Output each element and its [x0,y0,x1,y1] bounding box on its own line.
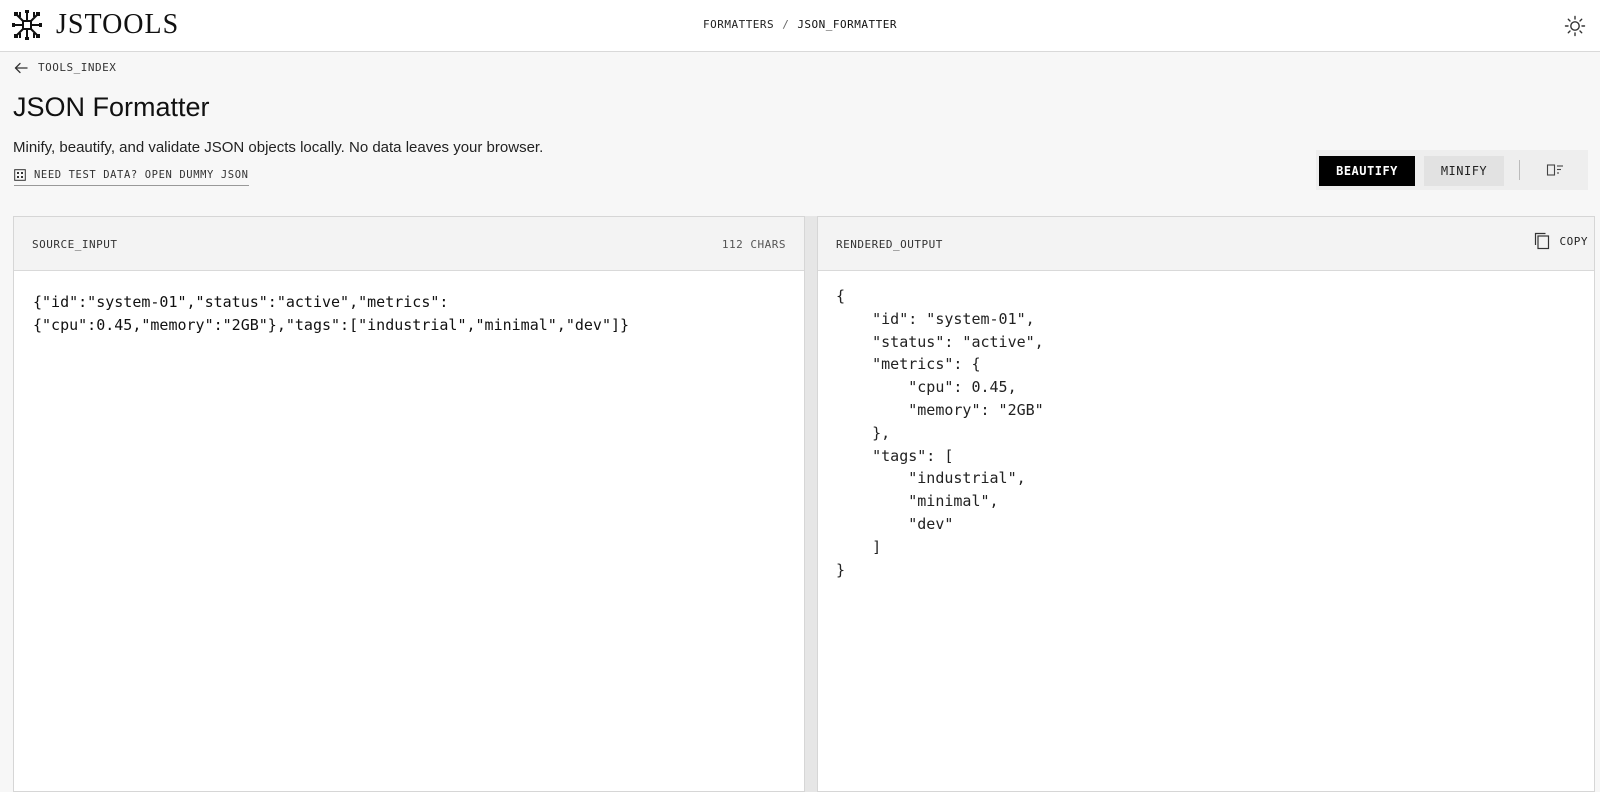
breadcrumb-current: JSON_FORMATTER [797,18,898,31]
page-title: JSON Formatter [13,92,210,122]
grid-icon [14,169,26,181]
copy-icon [1534,232,1549,250]
minify-button[interactable]: MINIFY [1424,156,1504,186]
dummy-json-label: NEED TEST DATA? OPEN DUMMY JSON [34,169,249,181]
breadcrumb: FORMATTERS / JSON_FORMATTER [0,18,1600,31]
output-panel-header: RENDERED_OUTPUT COPY [818,217,1594,271]
copy-label: COPY [1559,234,1588,248]
clear-button[interactable] [1545,160,1565,180]
dummy-json-link[interactable]: NEED TEST DATA? OPEN DUMMY JSON [14,169,249,186]
breadcrumb-separator: / [782,18,790,31]
theme-toggle-button[interactable] [1562,13,1588,39]
page-subtitle: Minify, beautify, and validate JSON obje… [13,139,544,156]
format-toolbar: BEAUTIFY MINIFY [1316,150,1588,190]
output-panel-title: RENDERED_OUTPUT [836,238,943,251]
rendered-output: { "id": "system-01", "status": "active",… [836,287,1044,579]
panel-splitter[interactable] [805,216,817,792]
char-count: 112 CHARS [721,238,786,251]
clear-trash-icon [1546,164,1563,176]
back-to-tools-link[interactable]: TOOLS_INDEX [14,61,116,74]
top-bar: JSTOOLS FORMATTERS / JSON_FORMATTER [0,0,1600,52]
beautify-button[interactable]: BEAUTIFY [1319,156,1415,186]
sun-icon [1564,15,1586,37]
output-panel: RENDERED_OUTPUT COPY { "id": "system-01"… [817,216,1595,792]
copy-button[interactable]: COPY [1534,232,1589,250]
back-label: TOOLS_INDEX [38,61,117,74]
source-input[interactable]: {"id":"system-01","status":"active","met… [14,272,804,791]
source-panel-header: SOURCE_INPUT 112 CHARS [14,217,804,271]
source-panel-title: SOURCE_INPUT [32,238,118,251]
arrow-left-icon [14,62,28,73]
source-panel: SOURCE_INPUT 112 CHARS {"id":"system-01"… [13,216,805,792]
breadcrumb-parent[interactable]: FORMATTERS [703,18,774,31]
toolbar-divider [1519,160,1520,180]
